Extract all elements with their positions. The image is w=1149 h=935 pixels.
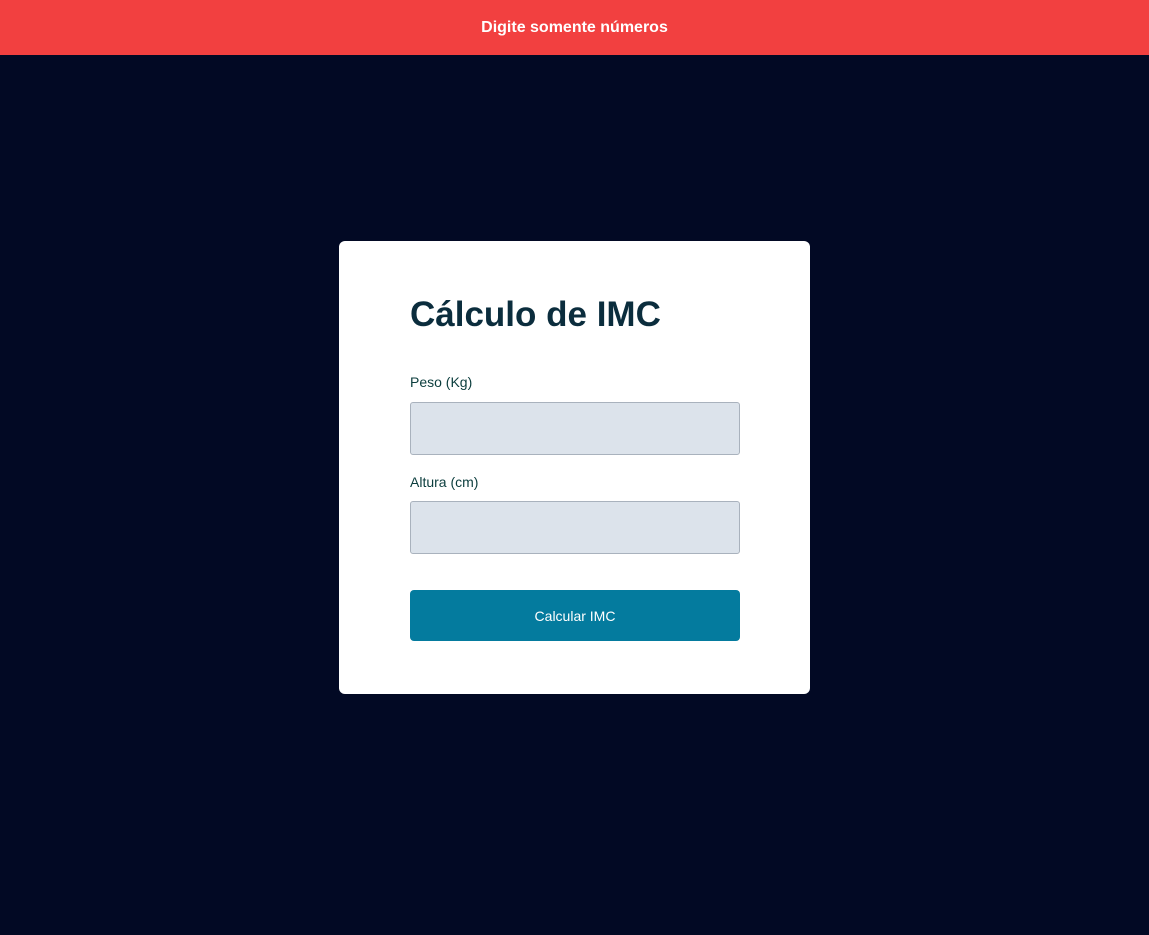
error-alert-bar: Digite somente números	[0, 0, 1149, 55]
peso-label: Peso (Kg)	[410, 374, 473, 390]
altura-input[interactable]	[410, 501, 740, 554]
form-title: Cálculo de IMC	[410, 295, 661, 334]
calcular-imc-button[interactable]: Calcular IMC	[410, 590, 740, 641]
imc-form-card: Cálculo de IMC Peso (Kg) Altura (cm) Cal…	[339, 241, 810, 694]
peso-input[interactable]	[410, 402, 740, 455]
altura-label: Altura (cm)	[410, 474, 479, 490]
error-alert-message: Digite somente números	[481, 18, 668, 36]
